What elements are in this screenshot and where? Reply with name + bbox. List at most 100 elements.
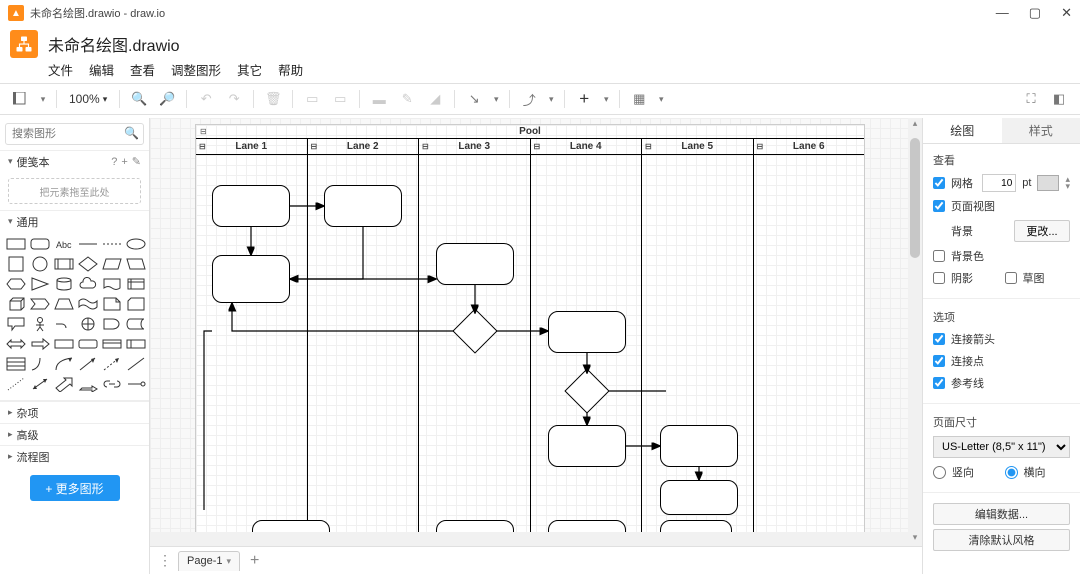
shape-note[interactable] (102, 296, 122, 312)
guides-checkbox[interactable] (933, 377, 945, 389)
window-minimize[interactable]: — (996, 5, 1009, 21)
scratchpad-dropzone[interactable]: 把元素拖至此处 (8, 178, 141, 204)
menu-extras[interactable]: 其它 (237, 60, 262, 79)
landscape-radio[interactable] (1005, 466, 1018, 479)
task-node[interactable] (212, 185, 290, 227)
edit-data-button[interactable]: 编辑数据... (933, 503, 1070, 525)
shape-hexagon[interactable] (6, 276, 26, 292)
document-title[interactable]: 未命名绘图.drawio (48, 32, 180, 56)
portrait-radio[interactable] (933, 466, 946, 479)
chevron-down-icon[interactable]: ▾ (38, 88, 48, 110)
lane-header-4[interactable]: ⊟Lane 4 (531, 139, 643, 154)
task-node[interactable] (660, 480, 738, 515)
general-shapes-header[interactable]: ▾ 通用 (0, 210, 149, 232)
lane-header-1[interactable]: ⊟Lane 1 (196, 139, 308, 154)
shape-rect3[interactable] (54, 336, 74, 352)
chevron-down-icon[interactable]: ▾ (656, 88, 666, 110)
format-panel-icon[interactable]: ◧ (1048, 88, 1070, 110)
zoom-out-icon[interactable]: 🔎 (156, 88, 178, 110)
scratchpad-header[interactable]: ▾ 便笺本 ? + ✎ (0, 150, 149, 172)
scroll-down-icon[interactable]: ▾ (908, 532, 922, 546)
cat-misc[interactable]: ▸杂项 (0, 401, 149, 423)
shape-list[interactable] (6, 356, 26, 372)
chevron-down-icon[interactable]: ▾ (491, 88, 501, 110)
delete-icon[interactable]: 🗑 (262, 88, 284, 110)
table-icon[interactable]: ▦ (628, 88, 650, 110)
canvas-area[interactable]: ⊟ Pool ⊟Lane 1 ⊟Lane 2 ⊟Lane 3 ⊟Lane 4 ⊟… (150, 118, 922, 574)
shape-document[interactable] (102, 276, 122, 292)
line-color-icon[interactable]: ✎ (396, 88, 418, 110)
to-back-icon[interactable]: ▭ (329, 88, 351, 110)
lane-header-6[interactable]: ⊟Lane 6 (754, 139, 865, 154)
shadow-checkbox[interactable] (933, 272, 945, 284)
shape-arrow-both[interactable] (6, 336, 26, 352)
page-tab-1[interactable]: Page-1▾ (178, 551, 240, 571)
grid-size-input[interactable] (982, 174, 1016, 192)
fullscreen-icon[interactable]: ⛶ (1020, 88, 1042, 110)
vertical-scrollbar[interactable]: ▴ ▾ (908, 118, 922, 546)
task-node[interactable] (324, 185, 402, 227)
lane-header-3[interactable]: ⊟Lane 3 (419, 139, 531, 154)
shape-datastorage[interactable] (126, 316, 146, 332)
shape-rect4[interactable] (78, 336, 98, 352)
grid-color-swatch[interactable] (1037, 175, 1059, 191)
shape-rounded-rect[interactable] (30, 236, 50, 252)
more-shapes-button[interactable]: + 更多图形 (30, 475, 120, 501)
task-node[interactable] (660, 425, 738, 467)
stepper-icon[interactable]: ▴▾ (1065, 176, 1070, 190)
shape-and[interactable] (102, 316, 122, 332)
tab-style[interactable]: 样式 (1002, 118, 1080, 143)
diagram-canvas[interactable]: ⊟ Pool ⊟Lane 1 ⊟Lane 2 ⊟Lane 3 ⊟Lane 4 ⊟… (195, 124, 865, 544)
view-mode-dropdown[interactable] (10, 88, 32, 110)
shape-parallelogram[interactable] (102, 256, 122, 272)
shape-curve[interactable] (54, 356, 74, 372)
shape-card[interactable] (126, 296, 146, 312)
page-size-select[interactable]: US-Letter (8,5" x 11") (933, 436, 1070, 458)
undo-icon[interactable]: ↶ (195, 88, 217, 110)
scroll-up-icon[interactable]: ▴ (908, 118, 922, 132)
shape-square[interactable] (6, 256, 26, 272)
shape-callout[interactable] (6, 316, 26, 332)
shape-arrow-ne[interactable] (78, 356, 98, 372)
search-icon[interactable]: 🔍 (124, 126, 139, 140)
connection-icon[interactable]: ↘ (463, 88, 485, 110)
shape-parallelogram2[interactable] (126, 256, 146, 272)
redo-icon[interactable]: ↷ (223, 88, 245, 110)
window-close[interactable]: ✕ (1061, 5, 1072, 21)
shape-dash-line[interactable] (102, 236, 122, 252)
shape-circle[interactable] (30, 256, 50, 272)
horizontal-scrollbar[interactable] (150, 532, 908, 546)
pool-header[interactable]: ⊟ Pool (196, 125, 864, 139)
zoom-level[interactable]: 100%▾ (65, 92, 111, 106)
shape-ellipse[interactable] (126, 236, 146, 252)
conn-points-checkbox[interactable] (933, 355, 945, 367)
shape-arrow-dash[interactable] (102, 356, 122, 372)
shape-cylinder[interactable] (54, 276, 74, 292)
clear-default-style-button[interactable]: 清除默认风格 (933, 529, 1070, 551)
shape-internal-storage[interactable] (126, 276, 146, 292)
scratchpad-help[interactable]: ? (111, 156, 117, 168)
pages-menu-icon[interactable]: ⋮ (158, 552, 172, 569)
window-maximize[interactable]: ▢ (1029, 5, 1041, 21)
chevron-down-icon[interactable]: ▾ (546, 88, 556, 110)
bgcolor-checkbox[interactable] (933, 250, 945, 262)
shape-link[interactable] (102, 376, 122, 392)
task-node[interactable] (212, 255, 290, 303)
menu-edit[interactable]: 编辑 (89, 60, 114, 79)
grid-checkbox[interactable] (933, 177, 945, 189)
cat-advanced[interactable]: ▸高级 (0, 423, 149, 445)
shadow-tool-icon[interactable]: ◢ (424, 88, 446, 110)
shape-bidir[interactable] (30, 376, 50, 392)
shape-thick-arrow2[interactable] (78, 376, 98, 392)
shape-connector-end[interactable] (126, 376, 146, 392)
add-page-button[interactable]: + (246, 552, 263, 570)
shape-cube[interactable] (6, 296, 26, 312)
shape-line-plain[interactable] (126, 356, 146, 372)
shape-rect6[interactable] (126, 336, 146, 352)
shape-step[interactable] (30, 296, 50, 312)
shape-cloud[interactable] (78, 276, 98, 292)
shape-or[interactable] (78, 316, 98, 332)
menu-arrange[interactable]: 调整图形 (171, 60, 221, 79)
shape-arrow-right[interactable] (30, 336, 50, 352)
lane-header-5[interactable]: ⊟Lane 5 (642, 139, 754, 154)
